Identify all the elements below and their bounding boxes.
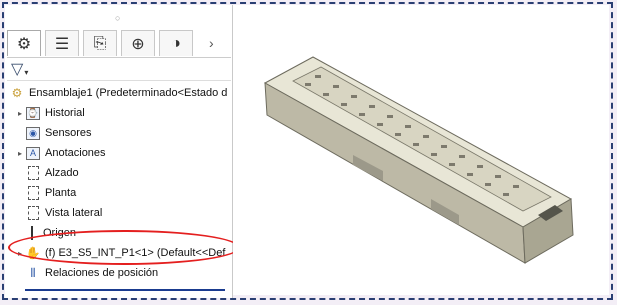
configuration-manager-icon: ⎘ (93, 34, 107, 52)
tree-item-planta[interactable]: Planta (5, 183, 233, 203)
tab-dimxpert[interactable]: ⊕ (121, 30, 155, 56)
history-icon: ⌚ (26, 106, 40, 120)
tree-item-label: Origen (43, 227, 77, 239)
tree-root-assembly[interactable]: ⚙ Ensamblaje1 (Predeterminado<Estado d (5, 83, 233, 103)
expand-arrow-icon[interactable]: ▸ (15, 249, 25, 258)
tree-item-label: Vista lateral (45, 207, 103, 219)
tree-item-origen[interactable]: Origen (5, 223, 233, 243)
tree-item-label: (f) E3_S5_INT_P1<1> (Default<<Def (45, 247, 226, 259)
display-manager-icon: ◑ (171, 34, 181, 52)
graphics-viewport[interactable] (233, 5, 609, 295)
tree-item-label: Sensores (45, 127, 92, 139)
tree-item-alzado[interactable]: Alzado (5, 163, 233, 183)
tab-property-manager[interactable]: ☰ (45, 30, 79, 56)
assembly-icon: ⚙ (11, 86, 23, 100)
mates-icon: ⫴ (30, 265, 36, 280)
annotations-icon: A (26, 146, 40, 160)
tree-item-historial[interactable]: ▸ ⌚ Historial (5, 103, 233, 123)
tab-feature-manager[interactable]: ⚙ (7, 30, 41, 56)
panel-grip-icon[interactable]: ○ (115, 13, 120, 23)
filter-icon[interactable]: ▽ (11, 59, 23, 79)
feature-manager-icon: ⚙ (16, 35, 32, 53)
tree-item-anotaciones[interactable]: ▸ A Anotaciones (5, 143, 233, 163)
plane-icon (27, 166, 39, 180)
dimxpert-icon: ⊕ (131, 35, 145, 53)
sensor-icon: ◉ (26, 126, 40, 140)
feature-manager-panel: ○ ⚙ ☰ ⎘ ⊕ ◑ › ▽ ▾ ⚙ Ensamblaje1 (Predete… (5, 5, 233, 298)
tree-root-label: Ensamblaje1 (Predeterminado<Estado d (29, 87, 228, 99)
tab-configuration-manager[interactable]: ⎘ (83, 30, 117, 56)
chevron-down-icon[interactable]: ▾ (24, 68, 28, 77)
tree-item-label: Alzado (45, 167, 79, 179)
tree-item-part[interactable]: ▸ ✋ (f) E3_S5_INT_P1<1> (Default<<Def (5, 243, 233, 263)
tree-item-label: Planta (45, 187, 77, 199)
origin-icon (31, 226, 33, 240)
chevron-right-icon[interactable]: › (209, 35, 214, 51)
tree-item-sensores[interactable]: ◉ Sensores (5, 123, 233, 143)
tree-item-label: Anotaciones (45, 147, 106, 159)
plane-icon (27, 186, 39, 200)
panel-bottom-rule (25, 289, 225, 291)
part-3d-model[interactable] (233, 5, 609, 295)
expand-arrow-icon[interactable]: ▸ (15, 109, 25, 118)
manager-tabs: ⚙ ☰ ⎘ ⊕ ◑ › (7, 29, 233, 57)
part-icon: ✋ (25, 246, 41, 260)
tree-item-label: Relaciones de posición (45, 267, 159, 279)
expand-arrow-icon[interactable]: ▸ (15, 149, 25, 158)
tab-display-manager[interactable]: ◑ (159, 30, 193, 56)
tree-item-label: Historial (45, 107, 85, 119)
tree-item-relaciones[interactable]: ⫴ Relaciones de posición (5, 263, 233, 283)
feature-tree: ⚙ Ensamblaje1 (Predeterminado<Estado d ▸… (5, 83, 233, 283)
filter-bar: ▽ ▾ (7, 57, 231, 81)
tree-item-vista-lateral[interactable]: Vista lateral (5, 203, 233, 223)
property-manager-icon: ☰ (54, 35, 70, 53)
plane-icon (27, 206, 39, 220)
